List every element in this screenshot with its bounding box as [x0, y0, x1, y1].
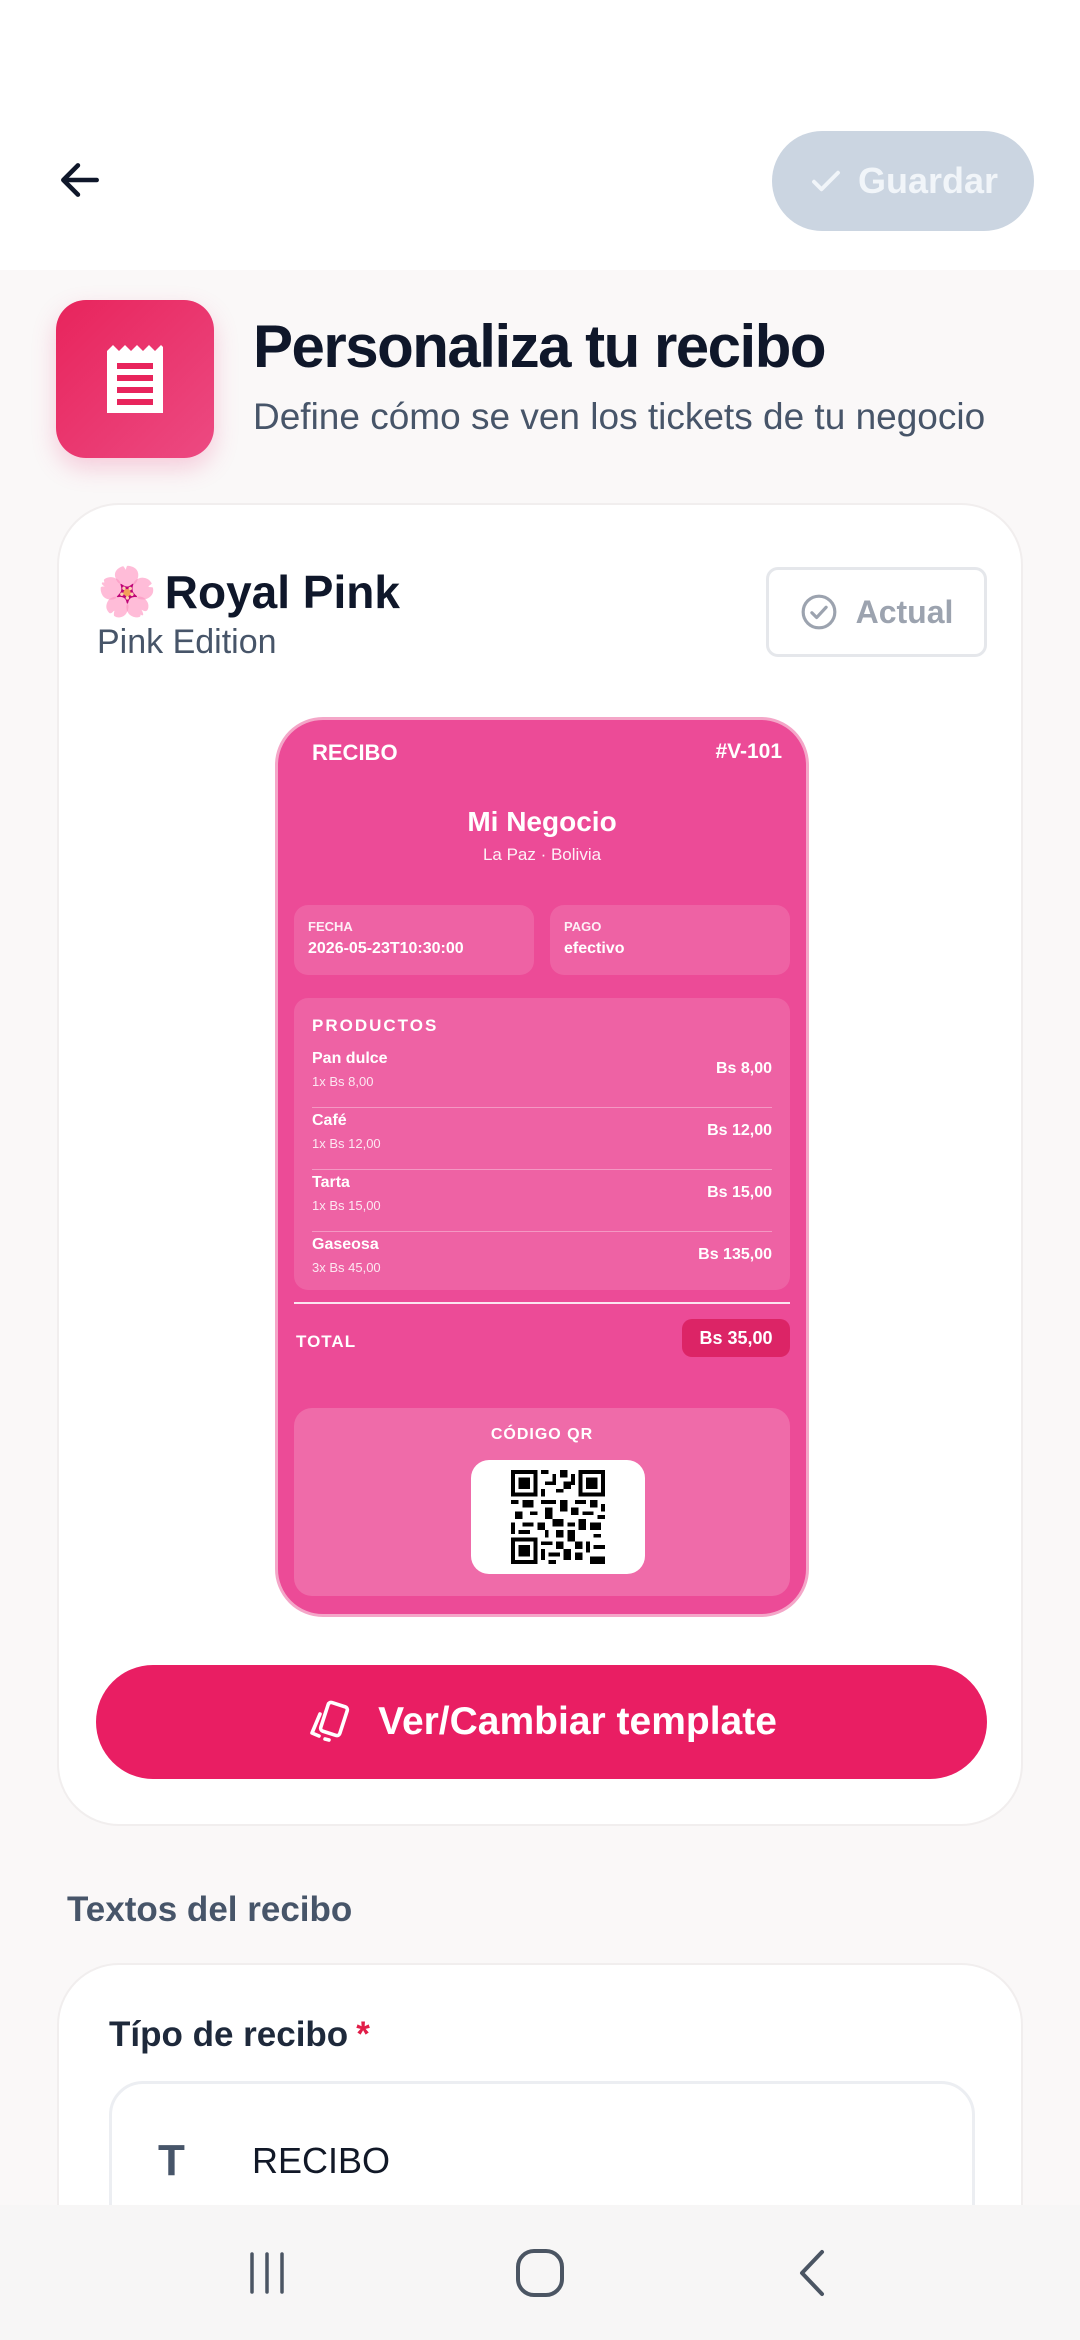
template-name-row: 🌸 Royal Pink	[97, 563, 400, 620]
item-name: Tarta	[312, 1174, 350, 1191]
qr-box: CÓDIGO QR	[294, 1408, 790, 1596]
total-divider	[294, 1302, 790, 1304]
flower-emoji-icon: 🌸	[97, 566, 157, 619]
receipt-type-label-text: Típo de recibo	[109, 2015, 349, 2054]
qr-code	[471, 1460, 645, 1574]
date-label: FECHA	[308, 919, 353, 934]
business-location: La Paz · Bolivia	[482, 845, 602, 864]
receipt-number: #V-101	[715, 740, 782, 763]
save-button[interactable]: Guardar	[772, 131, 1034, 231]
item-name: Gaseosa	[312, 1236, 379, 1253]
item-detail: 1x Bs 8,00	[312, 1074, 374, 1089]
item-price: Bs 8,00	[715, 1060, 772, 1077]
system-nav-bar	[0, 2205, 1080, 2340]
app-bar: Guardar	[0, 0, 1080, 270]
item-detail: 1x Bs 12,00	[312, 1136, 381, 1151]
total-label: TOTAL	[296, 1332, 357, 1351]
item-price: Bs 12,00	[707, 1122, 772, 1139]
date-box: FECHA 2026-05-23T10:30:00	[294, 905, 534, 975]
current-template-badge: Actual	[766, 567, 987, 657]
products-title: PRODUCTOS	[312, 1016, 439, 1035]
receipt-type-label: RECIBO	[312, 740, 398, 765]
check-circle-icon	[801, 594, 837, 630]
payment-value: efectivo	[564, 940, 625, 957]
item-name: Café	[312, 1112, 347, 1129]
list-item: Tarta 1x Bs 15,00 Bs 15,00	[312, 1170, 772, 1232]
text-format-icon: T	[158, 2136, 185, 2185]
list-item: Café 1x Bs 12,00 Bs 12,00	[312, 1108, 772, 1170]
receipt-glyph-icon	[107, 345, 163, 413]
change-template-button[interactable]: Ver/Cambiar template	[96, 1665, 987, 1779]
section-title-texts: Textos del recibo	[67, 1890, 353, 1929]
receipt-preview: RECIBO #V-101 Mi Negocio La Paz · Bolivi…	[275, 717, 809, 1617]
cards-icon	[310, 1700, 350, 1742]
check-icon	[812, 170, 840, 192]
item-name: Pan dulce	[312, 1050, 388, 1067]
list-item: Pan dulce 1x Bs 8,00 Bs 8,00	[312, 1046, 772, 1108]
receipt-icon	[56, 300, 214, 458]
change-template-label: Ver/Cambiar template	[378, 1700, 777, 1743]
page-subtitle: Define cómo se ven los tickets de tu neg…	[253, 396, 986, 437]
item-detail: 1x Bs 15,00	[312, 1198, 381, 1213]
business-name: Mi Negocio	[467, 806, 617, 837]
save-button-label: Guardar	[857, 160, 999, 201]
list-item: Gaseosa 3x Bs 45,00 Bs 135,00	[312, 1232, 772, 1294]
qr-code-icon	[511, 1470, 605, 1564]
required-mark: *	[356, 2015, 370, 2054]
home-button[interactable]	[480, 2223, 600, 2323]
item-detail: 3x Bs 45,00	[312, 1260, 381, 1275]
receipt-type-value: RECIBO	[252, 2140, 391, 2181]
payment-label: PAGO	[564, 919, 602, 934]
page-title: Personaliza tu recibo	[253, 313, 827, 380]
recents-icon	[249, 2251, 284, 2294]
date-value: 2026-05-23T10:30:00	[308, 940, 464, 957]
template-card: 🌸 Royal Pink Pink Edition Actual RECIBO …	[57, 503, 1023, 1826]
receipt-type-field-label: Típo de recibo *	[109, 2015, 370, 2055]
qr-title: CÓDIGO QR	[490, 1426, 594, 1443]
item-price: Bs 15,00	[707, 1184, 772, 1201]
total-value: Bs 35,00	[682, 1319, 790, 1357]
template-name: Royal Pink	[164, 565, 400, 618]
recent-apps-button[interactable]	[207, 2223, 327, 2323]
back-button[interactable]	[48, 148, 112, 212]
template-edition: Pink Edition	[97, 623, 277, 661]
home-icon	[515, 2248, 564, 2297]
payment-box: PAGO efectivo	[550, 905, 790, 975]
products-box: PRODUCTOS Pan dulce 1x Bs 8,00 Bs 8,00 C…	[294, 998, 790, 1290]
chevron-left-icon	[800, 2249, 825, 2296]
system-back-button[interactable]	[753, 2223, 873, 2323]
item-price: Bs 135,00	[698, 1246, 772, 1263]
arrow-left-icon	[61, 163, 99, 197]
current-badge-label: Actual	[855, 593, 954, 630]
